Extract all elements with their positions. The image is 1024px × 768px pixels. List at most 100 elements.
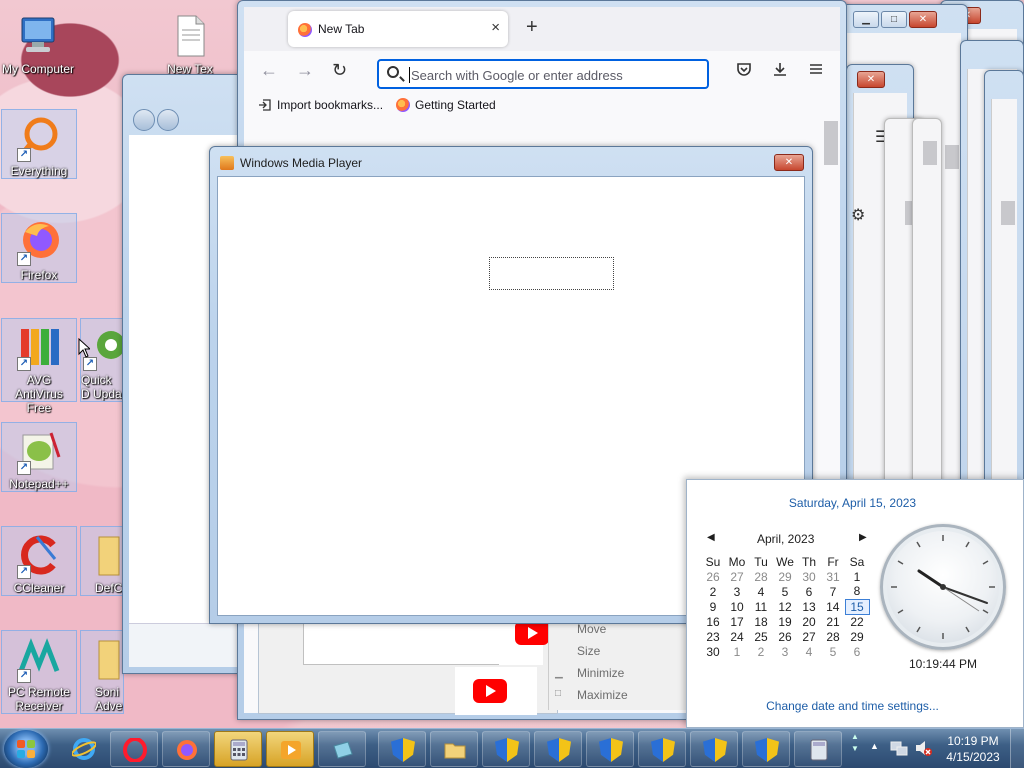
next-month-icon[interactable]: ▶ [859,532,867,543]
taskbar-uac-4[interactable] [586,731,634,767]
calendar-day[interactable]: 3 [725,584,749,599]
calendar-day[interactable]: 26 [773,629,797,644]
desktop-icon-defc[interactable]: DefC [80,526,124,596]
network-icon[interactable] [890,739,908,760]
menu-item-move[interactable]: Move [577,622,606,636]
taskbar-media-player[interactable] [266,731,314,767]
calendar-day[interactable]: 4 [749,584,773,599]
taskbar-scroll[interactable]: ▲ ▼ [848,731,862,767]
calendar-day[interactable]: 23 [701,629,725,644]
scrollbar-thumb[interactable] [1001,201,1015,225]
calendar-day[interactable]: 29 [845,629,869,644]
desktop-icon-everything[interactable]: ↗ Everything [1,109,77,179]
desktop-icon-firefox[interactable]: ↗ Firefox [1,213,77,283]
start-button[interactable] [4,730,48,768]
calendar-day[interactable]: 5 [773,584,797,599]
forward-arrow-icon[interactable]: → [296,60,314,81]
calendar-day[interactable]: 19 [773,614,797,629]
desktop-icon-avg[interactable]: ↗ AVG AntiVirus Free [1,318,77,415]
taskbar-uac-5[interactable] [638,731,686,767]
taskbar-uac-6[interactable] [690,731,738,767]
taskbar-calculator[interactable] [214,731,262,767]
month-label[interactable]: April, 2023 [757,532,814,546]
menu-item-minimize[interactable]: Minimize [577,666,624,680]
change-date-time-link[interactable]: Change date and time settings... [682,699,1023,713]
calendar-day[interactable]: 3 [773,644,797,659]
tab-close-icon[interactable]: × [491,19,500,36]
download-icon[interactable] [772,61,788,82]
calendar-day[interactable]: 26 [701,569,725,584]
calendar-day[interactable]: 27 [725,569,749,584]
calendar-day[interactable]: 1 [845,569,869,584]
taskbar-internet-explorer[interactable] [60,731,108,767]
bookmark-getting-started[interactable]: Getting Started [396,98,496,112]
calendar-day[interactable]: 27 [797,629,821,644]
calendar-day[interactable]: 9 [701,599,725,614]
url-bar[interactable]: Search with Google or enter address [377,59,709,89]
taskbar-explorer[interactable] [430,731,478,767]
calendar-day[interactable]: 1 [725,644,749,659]
desktop-icon-sonic[interactable]: Soni Adventu [80,630,124,714]
calendar-day[interactable]: 18 [749,614,773,629]
menu-item-size[interactable]: Size [577,644,600,658]
calendar-day[interactable]: 8 [845,584,869,599]
calendar-day[interactable]: 29 [773,569,797,584]
calendar-day[interactable]: 6 [845,644,869,659]
calendar-day[interactable]: 2 [701,584,725,599]
taskbar-calculator-2[interactable] [794,731,842,767]
taskbar-uac-7[interactable] [742,731,790,767]
calendar-day[interactable]: 25 [749,629,773,644]
scrollbar-thumb[interactable] [824,121,838,165]
scrollbar-thumb[interactable] [945,145,959,169]
previous-month-icon[interactable]: ◀ [707,532,715,543]
calendar-day[interactable]: 4 [797,644,821,659]
taskbar-opera[interactable] [110,731,158,767]
maximize-button[interactable]: □ [881,11,907,28]
minimize-button[interactable]: ▁ [853,11,879,28]
volume-muted-icon[interactable] [914,739,932,760]
calendar-day[interactable]: 10 [725,599,749,614]
reload-icon[interactable]: ↻ [332,60,347,81]
menu-icon[interactable] [808,61,824,82]
gear-icon[interactable]: ⚙ [851,205,865,225]
desktop-icon-notepadpp[interactable]: ↗ Notepad++ [1,422,77,492]
taskbar-clock[interactable]: 10:19 PM 4/15/2023 [942,733,1004,765]
pocket-icon[interactable] [736,61,752,82]
taskbar-uac-2[interactable] [482,731,530,767]
desktop-icon-my-computer[interactable]: My Computer [0,8,76,76]
tab-new-tab[interactable]: New Tab × [288,11,508,47]
close-button[interactable]: ✕ [909,11,937,28]
close-button[interactable]: ✕ [857,71,885,88]
new-tab-button[interactable]: + [526,16,538,39]
calendar-day[interactable]: 28 [749,569,773,584]
desktop-icon-pc-remote[interactable]: ↗ PC Remote Receiver [1,630,77,714]
calendar-day-today[interactable]: 15 [844,598,870,615]
scrollbar-thumb[interactable] [923,141,937,165]
calendar-day[interactable]: 22 [845,614,869,629]
calendar-day[interactable]: 12 [773,599,797,614]
calendar-day[interactable]: 11 [749,599,773,614]
taskbar-firefox[interactable] [162,731,210,767]
show-hidden-icons-icon[interactable]: ▲ [870,741,879,751]
desktop-icon-ccleaner[interactable]: ↗ CCleaner [1,526,77,596]
close-button[interactable]: ✕ [774,154,804,171]
calendar-day[interactable]: 20 [797,614,821,629]
calendar-day[interactable]: 21 [821,614,845,629]
full-date-link[interactable]: Saturday, April 15, 2023 [682,496,1023,510]
focus-rectangle[interactable] [489,257,614,290]
calendar-day[interactable]: 24 [725,629,749,644]
calendar-day[interactable]: 31 [821,569,845,584]
calendar-day[interactable]: 7 [821,584,845,599]
back-arrow-icon[interactable]: ← [260,60,278,81]
calendar-day[interactable]: 2 [749,644,773,659]
taskbar-uac-1[interactable] [378,731,426,767]
calendar-day[interactable]: 13 [797,599,821,614]
calendar-day[interactable]: 5 [821,644,845,659]
taskbar-uac-3[interactable] [534,731,582,767]
desktop-icon-new-text[interactable]: New Tex [158,8,222,76]
calendar-day[interactable]: 14 [821,599,845,614]
calendar-day[interactable]: 30 [797,569,821,584]
show-desktop-button[interactable] [1010,729,1024,768]
forward-button[interactable] [157,109,179,131]
calendar-day[interactable]: 16 [701,614,725,629]
